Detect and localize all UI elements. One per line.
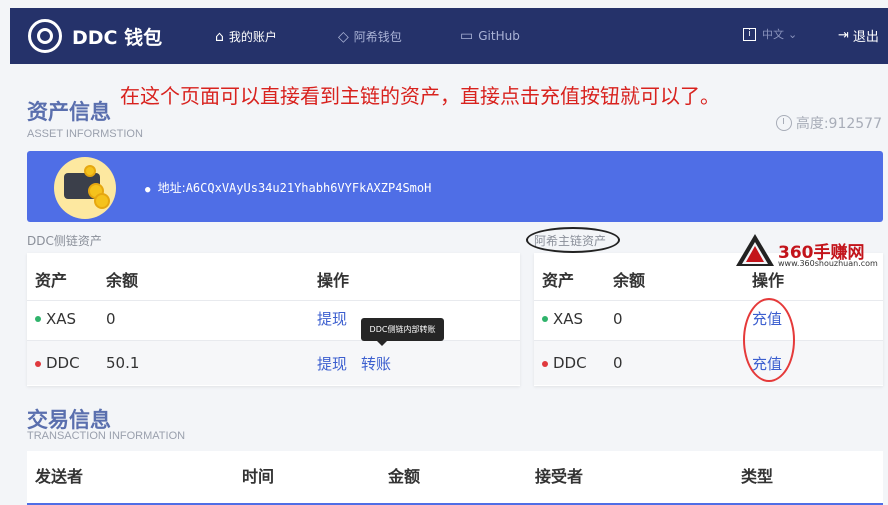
header-asset: 资产 xyxy=(542,270,575,290)
home-icon: ⌂ xyxy=(215,28,224,45)
address[interactable]: ● 地址:A6CQxVAyUs34u21Yhabh6VYFkAXZP4SmoH xyxy=(145,179,431,196)
nav-my-account-label: 我的账户 xyxy=(228,30,277,44)
block-height-label: 高度:912577 xyxy=(795,116,882,132)
language-label: 中文 xyxy=(762,28,784,41)
table-header: 资产 余额 操作 xyxy=(27,257,520,301)
header-type: 类型 xyxy=(741,467,774,486)
header-balance: 余额 xyxy=(106,270,139,290)
watermark-url: www.360shouzhuan.com xyxy=(778,259,878,268)
brand-name: DDC 钱包 xyxy=(72,26,163,49)
side-chain-table: 资产 余额 操作 XAS 0 提现 DDC 50.1 提现 转账 xyxy=(27,253,520,386)
nav-my-account[interactable]: ⌂ 我的账户 xyxy=(215,28,277,45)
asset-name: XAS xyxy=(553,309,584,328)
annotation-ellipse xyxy=(526,227,620,253)
asset-name: DDC xyxy=(553,354,587,372)
transfer-tooltip: DDC侧链内部转账 xyxy=(361,318,444,346)
block-height: 高度:912577 xyxy=(775,113,882,133)
watermark: 360手赚网 www.360shouzhuan.com xyxy=(736,234,878,270)
withdraw-link[interactable]: 提现 xyxy=(317,308,347,329)
tx-section-subtitle: TRANSACTION INFORMATION xyxy=(27,430,186,442)
balance-value: 50.1 xyxy=(106,354,140,372)
header-receiver: 接受者 xyxy=(535,467,584,486)
asset-section-subtitle: ASSET INFORMSTION xyxy=(27,128,143,140)
status-dot xyxy=(542,360,548,367)
asset-cell: DDC xyxy=(542,354,587,372)
header-asset: 资产 xyxy=(35,270,68,290)
table-row: XAS 0 充值 xyxy=(534,297,883,341)
logout-button[interactable]: ⇥ 退出 xyxy=(838,26,879,45)
brand[interactable]: DDC 钱包 xyxy=(28,19,162,53)
logout-label: 退出 xyxy=(852,30,879,45)
transfer-link[interactable]: 转账 xyxy=(361,353,391,374)
main-chain-table: 资产 余额 操作 XAS 0 充值 DDC 0 充值 xyxy=(534,253,883,386)
balance-value: 0 xyxy=(106,309,116,328)
header-amount: 金额 xyxy=(388,467,421,486)
logout-icon: ⇥ xyxy=(838,28,849,43)
diamond-icon: ◇ xyxy=(338,28,349,45)
header-time: 时间 xyxy=(242,467,275,486)
chevron-down-icon: ⌄ xyxy=(788,27,798,41)
asset-name: DDC xyxy=(46,354,80,372)
address-value: A6CQxVAyUs34u21Yhabh6VYFkAXZP4SmoH xyxy=(185,181,432,195)
status-dot xyxy=(35,360,41,367)
transaction-table: 发送者 时间 金额 接受者 类型 xyxy=(27,451,883,505)
status-dot xyxy=(35,316,41,322)
asset-cell: XAS xyxy=(35,310,76,328)
address-banner: ● 地址:A6CQxVAyUs34u21Yhabh6VYFkAXZP4SmoH xyxy=(27,151,883,222)
briefcase-icon: ▭ xyxy=(460,28,474,44)
table-row: DDC 50.1 提现 转账 xyxy=(27,341,520,385)
nav-github[interactable]: ▭ GitHub xyxy=(460,28,520,44)
language-selector[interactable]: i 中文 ⌄ xyxy=(743,26,797,42)
table-header: 发送者 时间 金额 接受者 类型 xyxy=(27,453,883,497)
asset-name: XAS xyxy=(46,309,77,328)
wallet-icon xyxy=(54,157,116,219)
balance-value: 0 xyxy=(613,309,623,328)
watermark-logo-icon xyxy=(736,234,774,266)
withdraw-link[interactable]: 提现 xyxy=(317,353,347,374)
table-row: DDC 0 充值 xyxy=(534,341,883,385)
nav-asch-wallet[interactable]: ◇ 阿希钱包 xyxy=(338,28,402,45)
ddc-logo-icon xyxy=(28,19,62,53)
annotation-text: 在这个页面可以直接看到主链的资产，直接点击充值按钮就可以了。 xyxy=(120,84,720,108)
annotation-oval xyxy=(743,298,795,382)
top-nav: DDC 钱包 ⌂ 我的账户 ◇ 阿希钱包 ▭ GitHub i 中文 ⌄ ⇥ 退… xyxy=(10,8,888,64)
asset-cell: DDC xyxy=(35,354,80,372)
address-label: 地址: xyxy=(157,181,186,195)
info-icon: i xyxy=(743,27,756,41)
nav-github-label: GitHub xyxy=(478,29,520,43)
header-balance: 余额 xyxy=(613,270,646,290)
asset-cell: XAS xyxy=(542,310,583,328)
status-dot xyxy=(542,316,548,322)
header-action: 操作 xyxy=(317,270,350,290)
header-action: 操作 xyxy=(752,270,785,290)
side-chain-caption: DDC侧链资产 xyxy=(27,234,102,248)
nav-asch-wallet-label: 阿希钱包 xyxy=(353,30,402,44)
table-row: XAS 0 提现 xyxy=(27,297,520,341)
balance-value: 0 xyxy=(613,354,623,372)
asset-section-title: 资产信息 xyxy=(27,100,111,124)
clock-icon xyxy=(775,115,792,131)
header-sender: 发送者 xyxy=(35,467,84,486)
